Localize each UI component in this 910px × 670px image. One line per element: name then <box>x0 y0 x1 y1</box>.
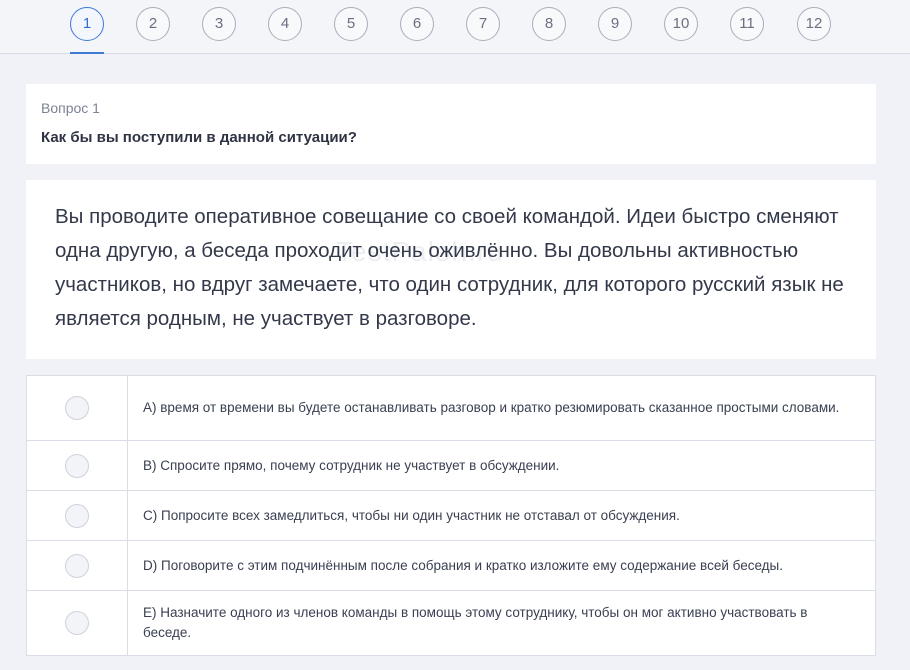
answer-option-a[interactable]: A) время от времени вы будете останавлив… <box>27 376 875 441</box>
answer-option-e[interactable]: E) Назначите одного из членов команды в … <box>27 591 875 655</box>
question-number: Вопрос 1 <box>41 100 100 116</box>
step-2-button[interactable]: 2 <box>136 7 170 41</box>
scenario-card: TestPaloh.ru Вы проводите оперативное со… <box>26 180 876 359</box>
step-1-button[interactable]: 1 <box>70 7 104 41</box>
step-3-button[interactable]: 3 <box>202 7 236 41</box>
answer-a-radio[interactable] <box>65 396 89 420</box>
question-header-card: Вопрос 1 Как бы вы поступили в данной си… <box>26 84 876 164</box>
step-10-button[interactable]: 10 <box>664 7 698 41</box>
radio-cell <box>27 541 128 590</box>
answer-d-text: D) Поговорите с этим подчинённым после с… <box>143 557 783 573</box>
answer-b-text: B) Спросите прямо, почему сотрудник не у… <box>143 457 560 473</box>
answer-option-c[interactable]: C) Попросите всех замедлиться, чтобы ни … <box>27 491 875 541</box>
step-7-button[interactable]: 7 <box>466 7 500 41</box>
active-step-underline <box>70 52 104 54</box>
step-8-button[interactable]: 8 <box>532 7 566 41</box>
radio-cell <box>27 441 128 490</box>
radio-cell <box>27 376 128 440</box>
step-5-button[interactable]: 5 <box>334 7 368 41</box>
radio-cell <box>27 591 128 655</box>
step-11-button[interactable]: 11 <box>730 7 764 41</box>
answer-e-text: E) Назначите одного из членов команды в … <box>143 605 808 640</box>
answer-option-b[interactable]: B) Спросите прямо, почему сотрудник не у… <box>27 441 875 491</box>
answer-options-table: A) время от времени вы будете останавлив… <box>26 375 876 656</box>
answer-d-radio[interactable] <box>65 553 89 578</box>
step-6-button[interactable]: 6 <box>400 7 434 41</box>
answer-c-radio[interactable] <box>65 503 89 528</box>
answer-option-d[interactable]: D) Поговорите с этим подчинённым после с… <box>27 541 875 591</box>
answer-b-radio[interactable] <box>65 453 89 478</box>
step-indicator: 1 2 3 4 5 6 7 8 9 10 11 12 <box>0 7 910 54</box>
step-9-button[interactable]: 9 <box>598 7 632 41</box>
radio-cell <box>27 491 128 540</box>
scenario-text: Вы проводите оперативное совещание со св… <box>55 205 844 330</box>
question-title: Как бы вы поступили в данной ситуации? <box>41 129 357 146</box>
answer-a-text: A) время от времени вы будете останавлив… <box>143 400 840 415</box>
answer-e-radio[interactable] <box>65 611 89 635</box>
step-4-button[interactable]: 4 <box>268 7 302 41</box>
step-12-button[interactable]: 12 <box>797 7 831 41</box>
answer-c-text: C) Попросите всех замедлиться, чтобы ни … <box>143 507 680 523</box>
question-navigation-bar: 1 2 3 4 5 6 7 8 9 10 11 12 <box>0 0 910 54</box>
